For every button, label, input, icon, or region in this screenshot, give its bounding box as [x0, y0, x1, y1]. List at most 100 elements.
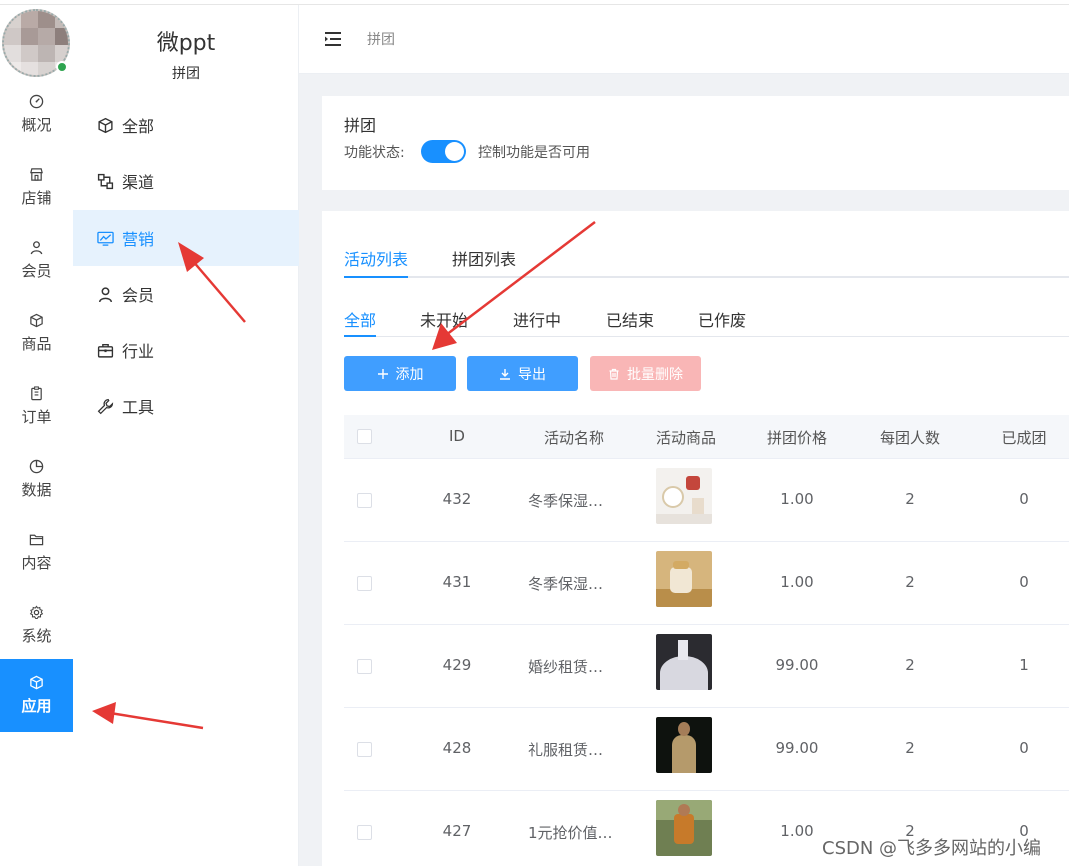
table-row[interactable]: 429 婚纱租赁… 99.00 2 1 [344, 625, 1069, 708]
breadcrumb[interactable]: 拼团 [367, 29, 395, 49]
rail-item-apps[interactable]: 应用 [0, 659, 73, 732]
batch-delete-button[interactable]: 批量删除 [590, 356, 701, 391]
cell-price: 1.00 [780, 573, 814, 591]
table-row[interactable]: 431 冬季保湿… 1.00 2 0 [344, 542, 1069, 625]
active-status-indicator [344, 335, 376, 337]
rail-label: 内容 [21, 554, 52, 572]
briefcase-icon [97, 343, 114, 358]
tab-status-all[interactable]: 全部 [344, 307, 376, 331]
cell-formed: 0 [1019, 739, 1029, 757]
cell-id: 431 [442, 573, 472, 591]
top-header: 拼团 [299, 5, 1069, 74]
active-tab-indicator [344, 276, 408, 278]
sub-item-tools[interactable]: 工具 [73, 378, 299, 434]
brand-subtitle: 拼团 [172, 66, 200, 82]
column-header-price: 拼团价格 [766, 429, 827, 447]
rail-item-shop[interactable]: 店铺 [0, 151, 73, 224]
rail-label: 数据 [21, 481, 52, 499]
add-button-label: 添加 [395, 366, 424, 383]
menu-fold-icon[interactable] [323, 29, 343, 49]
tab-status-in-progress[interactable]: 进行中 [513, 307, 561, 331]
user-icon [30, 241, 43, 255]
download-icon [500, 368, 510, 380]
user-icon [98, 286, 113, 302]
product-thumbnail[interactable] [656, 717, 712, 773]
wrench-icon [97, 398, 114, 414]
rail-label: 订单 [21, 408, 52, 426]
cell-price: 99.00 [775, 739, 819, 757]
rail-item-data[interactable]: 数据 [0, 443, 73, 516]
clipboard-icon [31, 386, 42, 401]
select-all-checkbox[interactable] [357, 429, 372, 444]
cell-name[interactable]: 冬季保湿… [528, 490, 628, 511]
tab-group-list[interactable]: 拼团列表 [452, 246, 516, 270]
cell-group-size: 2 [905, 490, 915, 508]
cell-name[interactable]: 冬季保湿… [528, 573, 628, 594]
column-header-goods: 活动商品 [655, 429, 716, 447]
app-sub-sidebar: 微ppt 拼团 全部 渠道 营销 会员 行业 工具 [73, 5, 299, 866]
feature-description: 控制功能是否可用 [478, 145, 590, 161]
rail-label: 系统 [21, 627, 52, 645]
tab-status-ended[interactable]: 已结束 [606, 307, 654, 331]
brand-title: 微ppt [156, 31, 216, 56]
rail-item-content[interactable]: 内容 [0, 516, 73, 589]
rail-item-members[interactable]: 会员 [0, 224, 73, 297]
add-button[interactable]: 添加 [344, 356, 456, 391]
plus-icon [377, 368, 388, 379]
tab-activity-list[interactable]: 活动列表 [344, 246, 408, 270]
rail-item-goods[interactable]: 商品 [0, 297, 73, 370]
sub-item-all[interactable]: 全部 [73, 97, 299, 153]
watermark: CSDN @飞多多网站的小编 [822, 838, 1042, 859]
cell-group-size: 2 [905, 573, 915, 591]
tab-status-not-started[interactable]: 未开始 [420, 307, 468, 331]
product-thumbnail[interactable] [656, 800, 712, 856]
column-header-formed: 已成团 [1001, 429, 1047, 447]
product-thumbnail[interactable] [656, 634, 712, 690]
sub-item-industry[interactable]: 行业 [73, 322, 299, 378]
main-tabs: 活动列表 拼团列表 [344, 233, 1069, 278]
product-thumbnail[interactable] [656, 551, 712, 607]
table-row[interactable]: 428 礼服租赁… 99.00 2 0 [344, 708, 1069, 791]
cell-name[interactable]: 婚纱租赁… [528, 656, 628, 677]
folder-icon [29, 534, 44, 546]
column-header-group-size: 每团人数 [879, 429, 940, 447]
row-checkbox[interactable] [357, 742, 372, 757]
sub-item-label: 会员 [122, 286, 155, 305]
row-checkbox[interactable] [357, 493, 372, 508]
pie-chart-icon [29, 459, 44, 474]
sub-item-marketing[interactable]: 营销 [73, 210, 299, 266]
rail-item-overview[interactable]: 概况 [0, 78, 73, 151]
column-header-id: ID [449, 427, 465, 445]
product-thumbnail[interactable] [656, 468, 712, 524]
sub-item-label: 营销 [122, 230, 155, 249]
cell-name[interactable]: 1元抢价值… [528, 822, 628, 843]
cell-id: 427 [442, 822, 472, 840]
online-status-dot [56, 61, 68, 73]
rail-item-system[interactable]: 系统 [0, 589, 73, 662]
cell-formed: 0 [1019, 490, 1029, 508]
rail-item-orders[interactable]: 订单 [0, 370, 73, 443]
table-header: ID 活动名称 活动商品 拼团价格 每团人数 已成团 [344, 415, 1069, 459]
rail-label: 概况 [21, 116, 52, 134]
sub-item-members[interactable]: 会员 [73, 266, 299, 322]
cell-name[interactable]: 礼服租赁… [528, 739, 628, 760]
cell-group-size: 2 [905, 739, 915, 757]
row-checkbox[interactable] [357, 825, 372, 840]
row-checkbox[interactable] [357, 659, 372, 674]
cell-id: 429 [442, 656, 472, 674]
feature-status-label: 功能状态: [344, 145, 405, 161]
dashboard-icon [29, 94, 44, 109]
app-box-icon [30, 675, 43, 690]
cell-price: 1.00 [780, 490, 814, 508]
table-row[interactable]: 432 冬季保湿… 1.00 2 0 [344, 459, 1069, 542]
feature-toggle-switch[interactable] [421, 140, 466, 163]
channel-icon [97, 173, 114, 189]
sub-item-channel[interactable]: 渠道 [73, 153, 299, 209]
export-button[interactable]: 导出 [467, 356, 578, 391]
tab-status-void[interactable]: 已作废 [698, 307, 746, 331]
cell-group-size: 2 [905, 656, 915, 674]
activity-list-card: 活动列表 拼团列表 全部 未开始 进行中 已结束 已作废 添加 导出 批量删除 … [322, 211, 1069, 866]
brand: 微ppt 拼团 [73, 5, 299, 82]
cell-formed: 0 [1019, 573, 1029, 591]
row-checkbox[interactable] [357, 576, 372, 591]
